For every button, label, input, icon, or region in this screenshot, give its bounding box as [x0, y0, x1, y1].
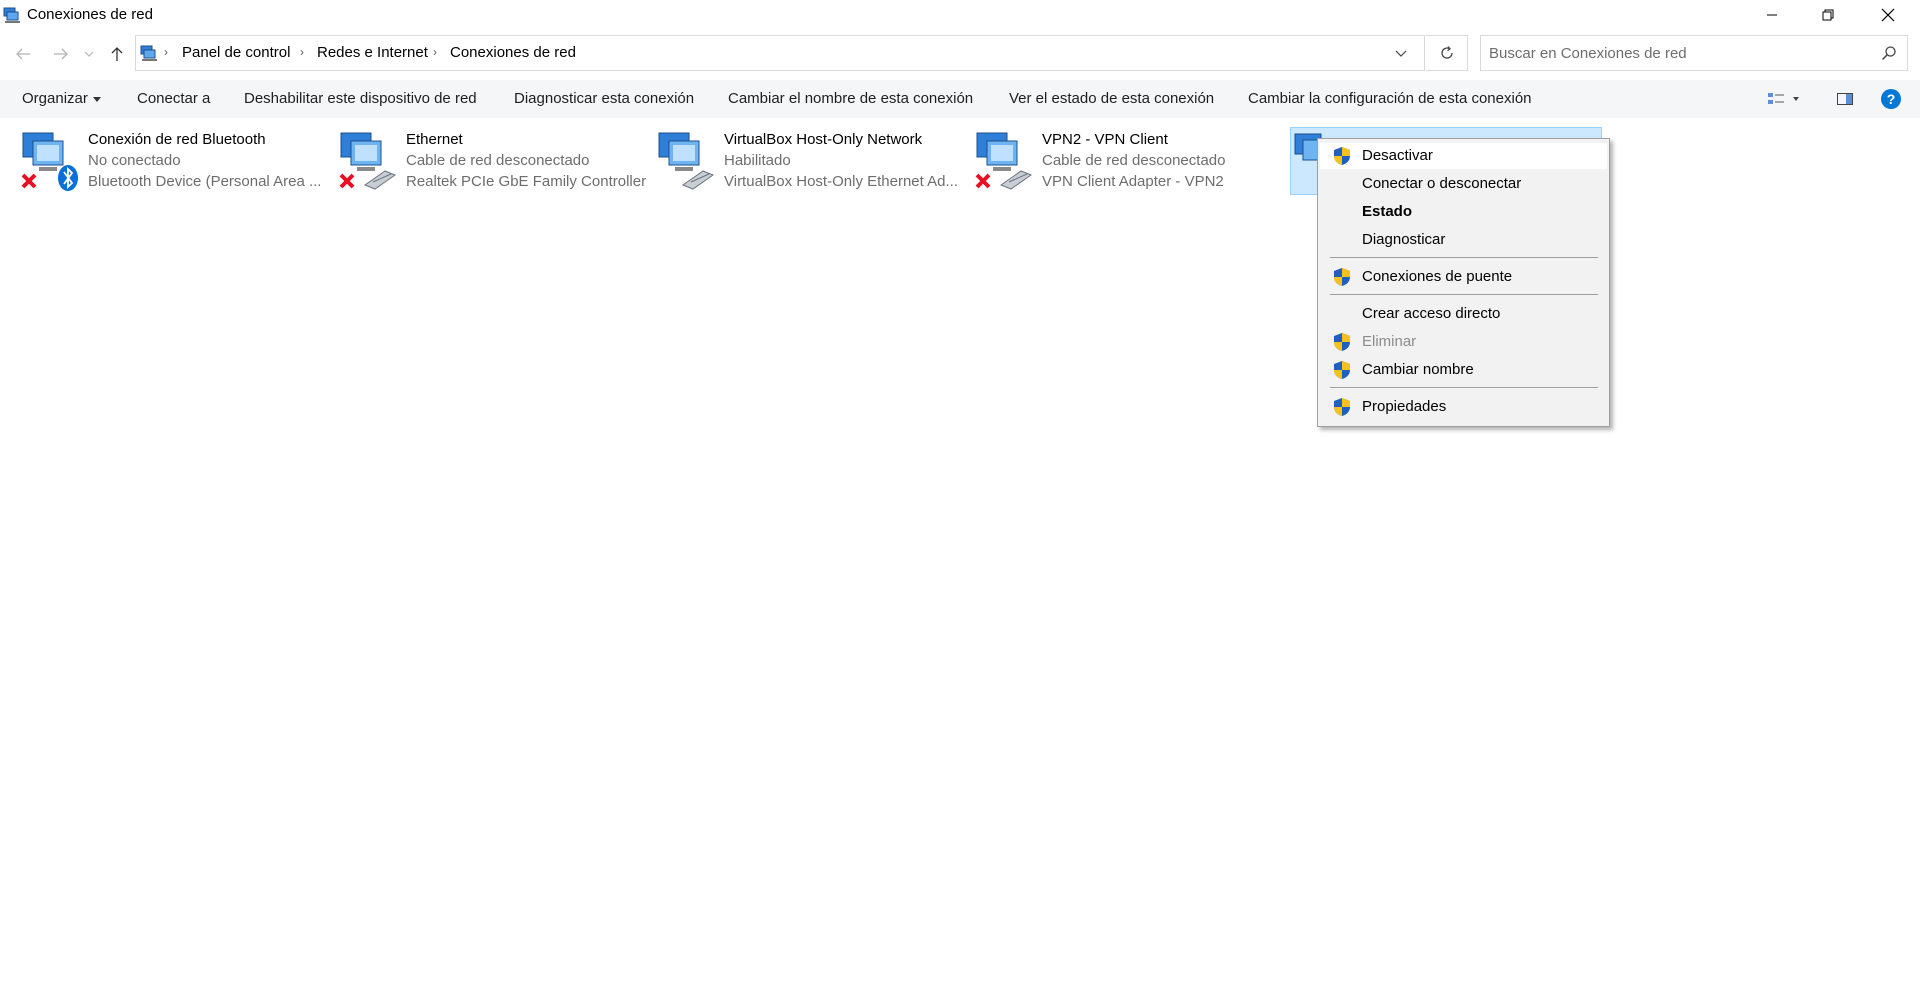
uac-shield-icon	[1334, 333, 1350, 351]
connection-device: Bluetooth Device (Personal Area ...	[88, 173, 322, 190]
menu-item-label: Eliminar	[1362, 333, 1417, 350]
view-status-button[interactable]: Ver el estado de esta conexión	[1009, 90, 1214, 107]
connection-name: VirtualBox Host-Only Network	[724, 131, 923, 148]
close-button[interactable]	[1860, 0, 1916, 30]
network-adapter-ethernet-icon	[658, 132, 715, 190]
menu-separator	[1330, 294, 1598, 295]
connection-name: Ethernet	[406, 131, 463, 148]
svg-text:?: ?	[1887, 91, 1896, 107]
menu-item-cambiar-nombre[interactable]: Cambiar nombre	[1320, 357, 1607, 383]
breadcrumb-separator-icon[interactable]: ›	[164, 45, 168, 59]
menu-item-conectar-o-desconectar[interactable]: Conectar o desconectar	[1320, 171, 1607, 197]
rename-connection-button[interactable]: Cambiar el nombre de esta conexión	[728, 90, 973, 107]
preview-pane-icon	[1837, 93, 1853, 105]
connection-status: Habilitado	[724, 152, 791, 169]
restore-icon	[1822, 9, 1834, 21]
caret-down-icon	[92, 96, 101, 102]
connection-device: Realtek PCIe GbE Family Controller	[406, 173, 647, 190]
arrow-up-icon	[111, 47, 123, 61]
recent-locations-button[interactable]	[82, 43, 96, 65]
menu-item-propiedades[interactable]: Propiedades	[1320, 394, 1607, 420]
forward-button[interactable]	[50, 43, 72, 65]
menu-separator	[1330, 387, 1598, 388]
search-input[interactable]	[1489, 42, 1869, 64]
connection-name: VPN2 - VPN Client	[1042, 131, 1168, 148]
organize-label: Organizar	[22, 90, 88, 107]
connection-status: Cable de red desconectado	[406, 152, 590, 169]
menu-item-label: Diagnosticar	[1362, 231, 1446, 248]
menu-item-label: Conectar o desconectar	[1362, 175, 1522, 192]
preview-pane-button[interactable]	[1836, 90, 1856, 110]
uac-shield-icon	[1334, 147, 1350, 165]
connection-status: No conectado	[88, 152, 181, 169]
connection-item-vpn2[interactable]: VPN2 - VPN Client Cable de red desconect…	[975, 125, 1285, 197]
network-connections-icon	[140, 45, 157, 61]
menu-item-label: Crear acceso directo	[1362, 305, 1501, 322]
connection-name: Conexión de red Bluetooth	[88, 131, 266, 148]
connect-to-button[interactable]: Conectar a	[137, 90, 210, 107]
menu-item-eliminar: Eliminar	[1320, 329, 1607, 355]
help-icon: ?	[1881, 89, 1901, 109]
connection-item-ethernet[interactable]: Ethernet Cable de red desconectado Realt…	[339, 125, 649, 197]
breadcrumb-redes-e-internet[interactable]: Redes e Internet	[317, 44, 428, 61]
uac-shield-icon	[1334, 361, 1350, 379]
breadcrumb-panel-de-control[interactable]: Panel de control	[182, 44, 290, 61]
search-icon[interactable]	[1881, 45, 1897, 61]
title-bar[interactable]: Conexiones de red	[0, 0, 1920, 30]
menu-item-desactivar[interactable]: Desactivar	[1320, 143, 1607, 169]
menu-item-estado[interactable]: Estado	[1320, 199, 1607, 225]
minimize-icon	[1767, 14, 1777, 16]
refresh-icon	[1440, 46, 1453, 59]
menu-item-label: Propiedades	[1362, 398, 1447, 415]
change-settings-button[interactable]: Cambiar la configuración de esta conexió…	[1248, 90, 1532, 107]
restore-button[interactable]	[1800, 0, 1856, 30]
network-adapter-bluetooth-icon	[21, 132, 78, 191]
breadcrumb-separator-icon[interactable]: ›	[300, 45, 304, 59]
menu-item-crear-acceso-directo[interactable]: Crear acceso directo	[1320, 301, 1607, 327]
organize-button[interactable]: Organizar	[22, 90, 101, 107]
minimize-button[interactable]	[1744, 0, 1800, 30]
close-icon	[1881, 8, 1895, 22]
uac-shield-icon	[1334, 398, 1350, 416]
menu-separator	[1330, 257, 1598, 258]
disable-device-button[interactable]: Deshabilitar este dispositivo de red	[244, 90, 477, 107]
search-box[interactable]	[1480, 35, 1908, 71]
menu-item-label: Desactivar	[1362, 147, 1433, 164]
change-view-button[interactable]	[1766, 90, 1802, 110]
refresh-button[interactable]	[1426, 35, 1468, 71]
breadcrumb-conexiones-de-red[interactable]: Conexiones de red	[450, 44, 576, 61]
menu-item-label: Cambiar nombre	[1362, 361, 1474, 378]
network-adapter-ethernet-icon	[975, 132, 1033, 190]
menu-item-label: Conexiones de puente	[1362, 268, 1513, 285]
arrow-left-icon	[16, 48, 30, 60]
command-bar: Organizar Conectar a Deshabilitar este d…	[0, 80, 1920, 118]
window-title: Conexiones de red	[27, 6, 153, 23]
address-bar[interactable]: › Panel de control › Redes e Internet › …	[135, 35, 1425, 71]
back-button[interactable]	[12, 43, 34, 65]
connection-item-virtualbox[interactable]: VirtualBox Host-Only Network Habilitado …	[657, 125, 967, 197]
menu-item-label: Estado	[1362, 203, 1413, 220]
menu-item-conexiones-de-puente[interactable]: Conexiones de puente	[1320, 264, 1607, 290]
breadcrumb-separator-icon[interactable]: ›	[433, 45, 437, 59]
network-adapter-ethernet-icon	[339, 132, 397, 190]
chevron-down-icon[interactable]	[1394, 46, 1408, 60]
up-button[interactable]	[106, 43, 128, 65]
help-button[interactable]: ?	[1880, 88, 1902, 110]
diagnose-connection-button[interactable]: Diagnosticar esta conexión	[514, 90, 694, 107]
connection-device: VirtualBox Host-Only Ethernet Ad...	[724, 173, 959, 190]
chevron-down-icon	[84, 51, 94, 57]
menu-item-diagnosticar[interactable]: Diagnosticar	[1320, 227, 1607, 253]
arrow-right-icon	[54, 48, 68, 60]
context-menu: Desactivar Conectar o desconectar Estado…	[1317, 138, 1610, 427]
connection-item-bluetooth[interactable]: Conexión de red Bluetooth No conectado B…	[21, 125, 331, 197]
view-options-icon	[1768, 93, 1799, 104]
connection-device: VPN Client Adapter - VPN2	[1042, 173, 1224, 190]
network-connections-icon	[3, 7, 20, 23]
connection-status: Cable de red desconectado	[1042, 152, 1226, 169]
uac-shield-icon	[1334, 268, 1350, 286]
